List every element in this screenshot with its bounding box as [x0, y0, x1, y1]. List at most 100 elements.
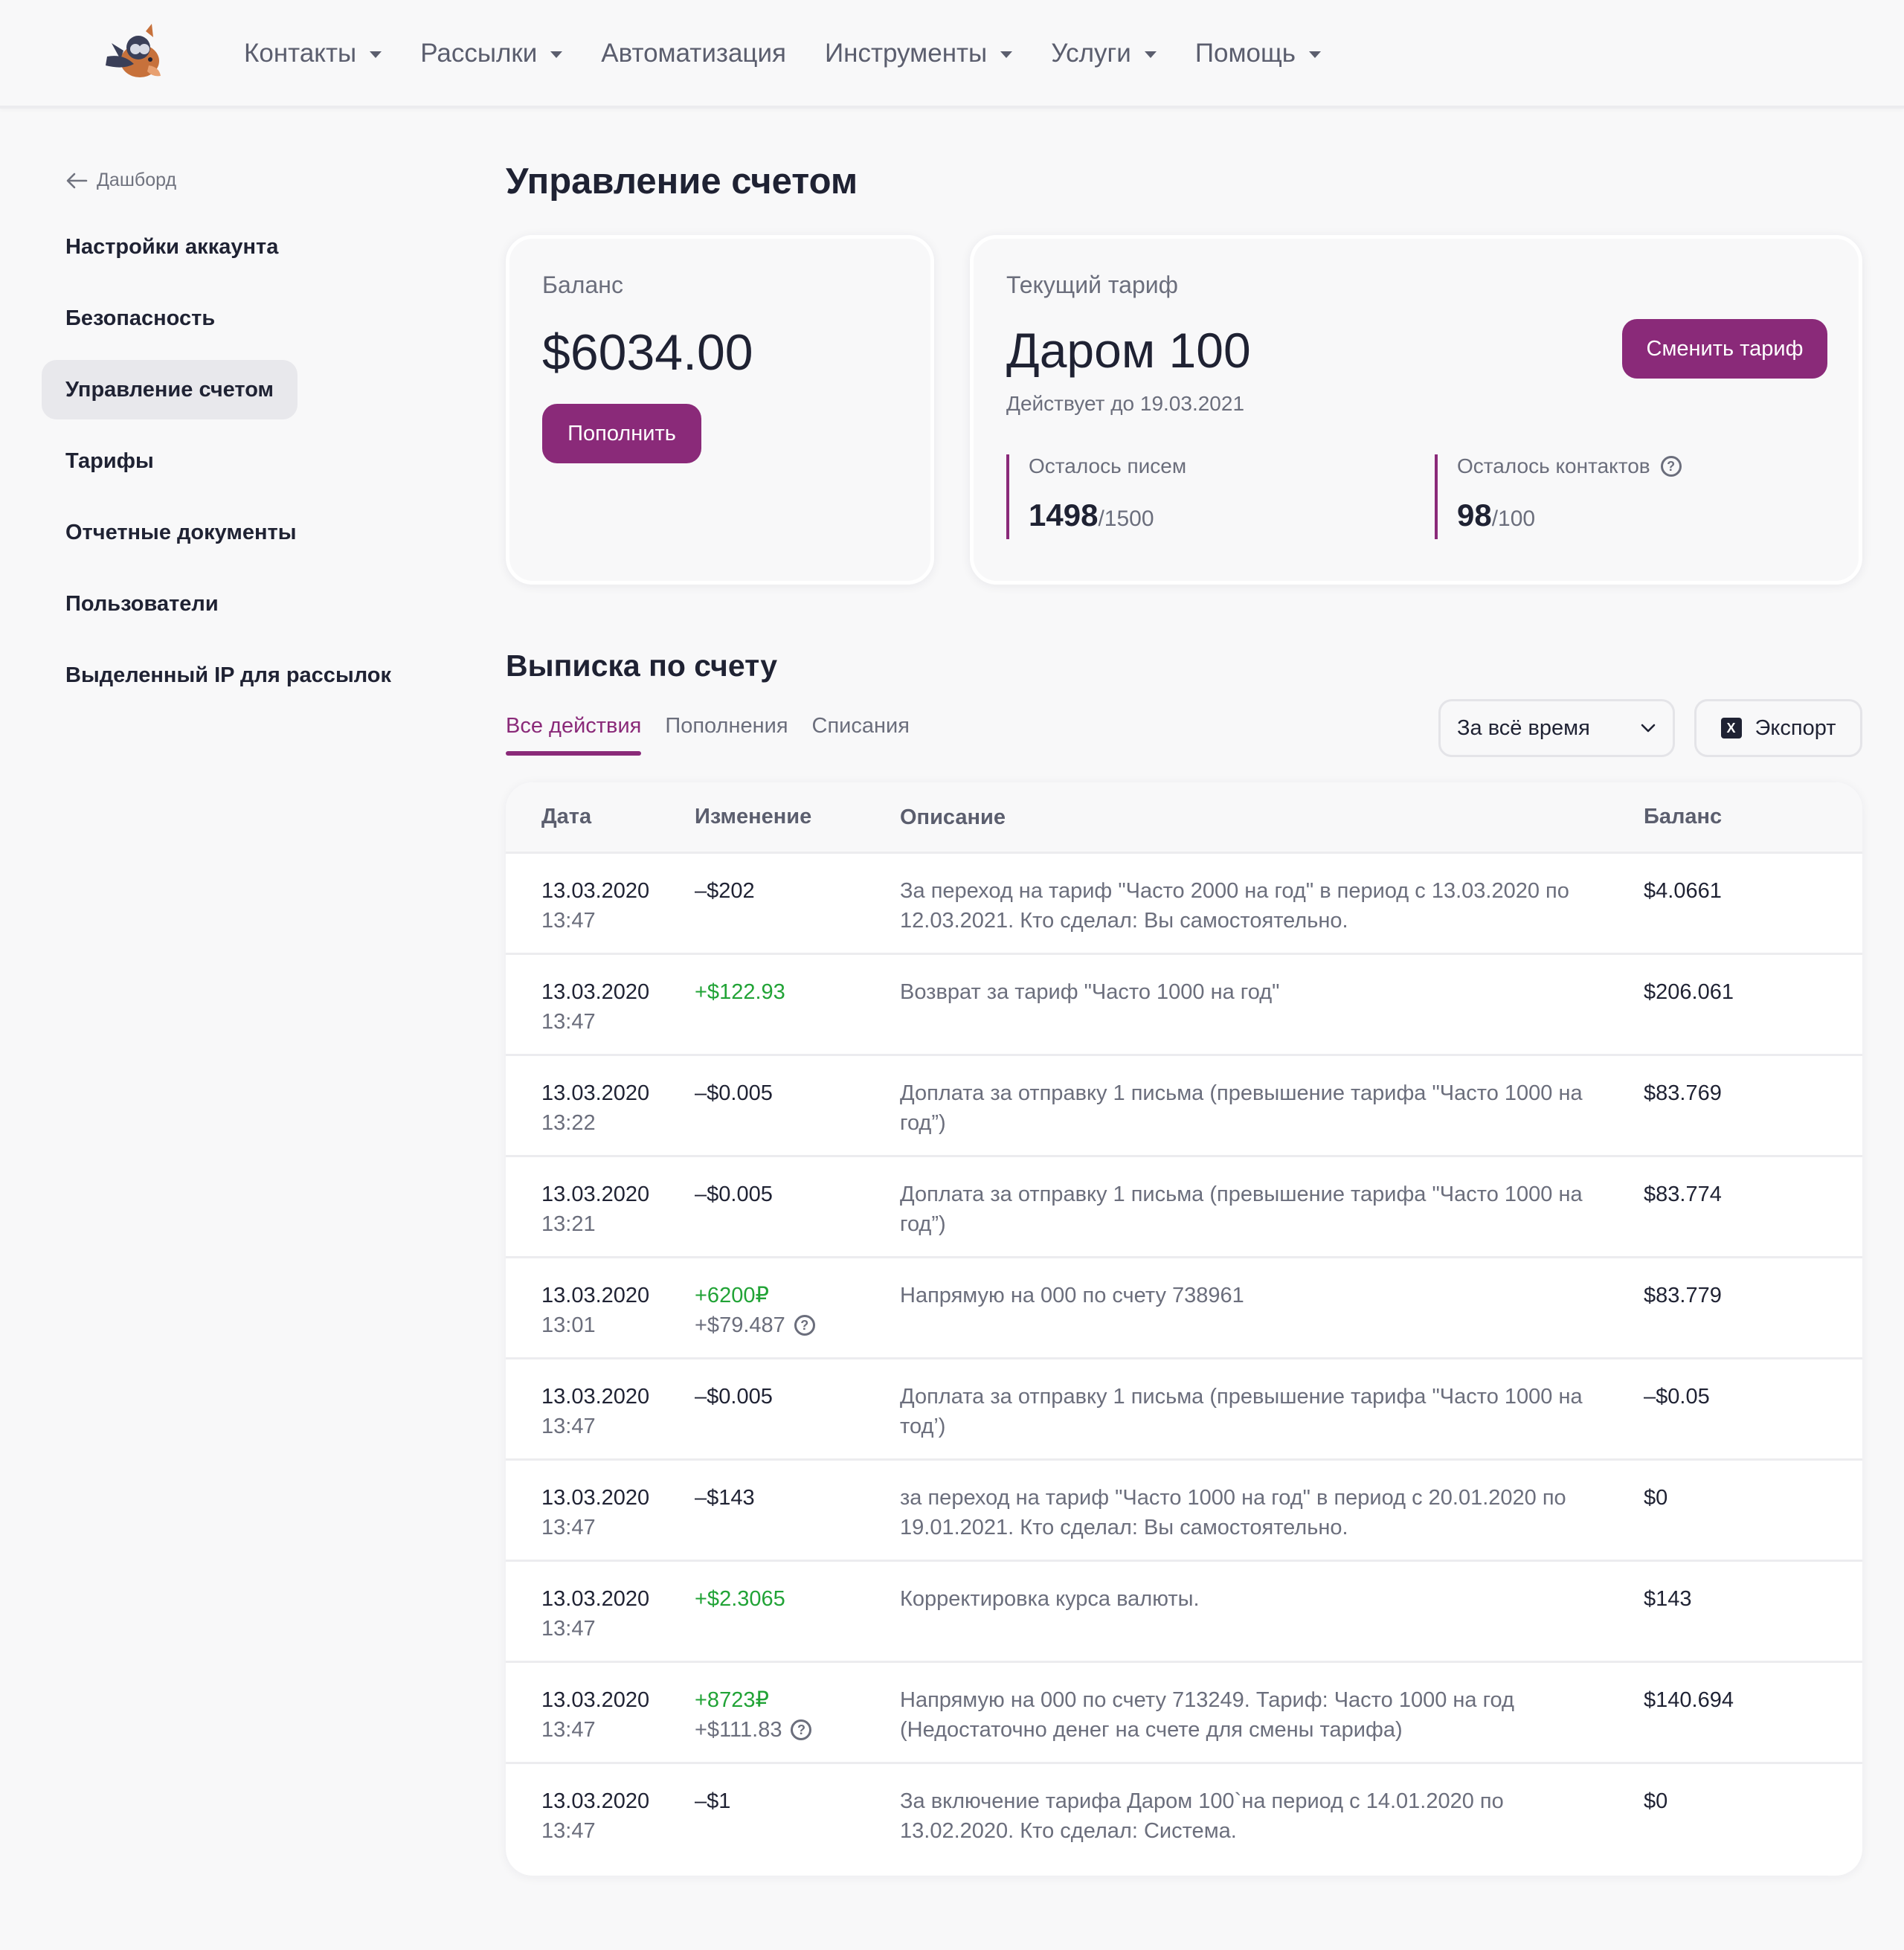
- export-button[interactable]: X Экспорт: [1694, 699, 1862, 757]
- row-description: за переход на тариф "Часто 1000 на год" …: [900, 1486, 1566, 1539]
- tab[interactable]: Списания: [812, 714, 910, 756]
- row-change: +8723₽: [695, 1688, 769, 1712]
- nav-item-label: Рассылки: [420, 39, 538, 68]
- row-description: Напрямую на 000 по счету 713249. Тариф: …: [900, 1688, 1514, 1742]
- contacts-left-value: 98: [1457, 498, 1492, 532]
- tab[interactable]: Все действия: [506, 714, 642, 756]
- cell-date: 13.03.2020 13:47: [506, 1461, 695, 1560]
- row-description: Корректировка курса валюты.: [900, 1587, 1200, 1611]
- column-header-balance: Баланс: [1644, 805, 1723, 828]
- tariff-card: Текущий тариф Даром 100 Сменить тариф Де…: [970, 235, 1862, 585]
- row-date: 13.03.2020: [541, 1688, 650, 1712]
- row-description: Доплата за отправку 1 письма (превышение…: [900, 1182, 1583, 1236]
- table-row: 13.03.2020 13:22 –$0.005 Доплата за отправк…: [506, 1056, 1862, 1157]
- nav-item-label: Услуги: [1051, 39, 1131, 68]
- row-description: Доплата за отправку 1 письма (превышение…: [900, 1081, 1583, 1135]
- contacts-left-label: Осталось контактов: [1457, 454, 1650, 477]
- help-icon[interactable]: ?: [1660, 456, 1682, 477]
- nav-item[interactable]: Услуги: [1051, 34, 1157, 73]
- topup-button[interactable]: Пополнить: [542, 404, 701, 463]
- row-time: 13:47: [541, 909, 596, 933]
- row-date: 13.03.2020: [541, 1789, 650, 1813]
- balance-card: Баланс $6034.00 Пополнить: [506, 235, 934, 585]
- logo-icon[interactable]: [101, 21, 173, 86]
- row-time: 13:47: [541, 1516, 596, 1539]
- statement-tabs: Все действия Пополнения Списания: [506, 714, 933, 756]
- table-header: Дата Изменение Описание Баланс: [506, 782, 1862, 854]
- main-nav: Контакты Рассылки Автоматизация Инструменты…: [244, 34, 1360, 73]
- sidebar-item[interactable]: Настройки аккаунта: [42, 217, 302, 277]
- statement-title: Выписка по счету: [506, 649, 778, 683]
- cell-change: –$202: [695, 854, 900, 953]
- tab[interactable]: Пополнения: [665, 714, 788, 756]
- nav-item-label: Контакты: [244, 39, 357, 68]
- tariff-name: Даром 100: [1006, 323, 1251, 378]
- cell-change: –$0.005: [695, 1359, 900, 1458]
- change-tariff-button[interactable]: Сменить тариф: [1622, 319, 1827, 379]
- row-date: 13.03.2020: [541, 1587, 650, 1611]
- contacts-total: /100: [1491, 506, 1536, 531]
- row-change-converted-value: +$79.487: [695, 1313, 785, 1337]
- letters-total: /1500: [1098, 506, 1154, 531]
- sidebar-item[interactable]: Безопасность: [42, 289, 239, 348]
- row-change: +$122.93: [695, 980, 785, 1004]
- back-to-dashboard-link[interactable]: Дашборд: [65, 170, 176, 191]
- row-balance: $143: [1644, 1587, 1692, 1611]
- nav-item-label: Автоматизация: [601, 39, 786, 68]
- row-time: 13:47: [541, 1010, 596, 1034]
- export-label: Экспорт: [1755, 715, 1836, 740]
- row-description: За переход на тариф "Часто 2000 на год" …: [900, 879, 1569, 933]
- row-description: Напрямую на 000 по счету 738961: [900, 1284, 1244, 1307]
- cell-date: 13.03.2020 13:47: [506, 854, 695, 953]
- table-row: 13.03.2020 13:47 +$2.3065 Корректировка кур…: [506, 1562, 1862, 1663]
- cell-date: 13.03.2020 13:21: [506, 1157, 695, 1256]
- statement-table: Дата Изменение Описание Баланс 13.03.202…: [506, 782, 1862, 1876]
- row-change: –$0.005: [695, 1385, 773, 1409]
- cell-date: 13.03.2020 13:01: [506, 1258, 695, 1357]
- cell-change: +6200₽ +$79.487?: [695, 1258, 900, 1357]
- help-icon[interactable]: ?: [794, 1315, 815, 1336]
- row-description: За включение тарифа Даром 100`на период …: [900, 1789, 1504, 1843]
- row-time: 13:47: [541, 1617, 596, 1641]
- sidebar-item[interactable]: Отчетные документы: [42, 503, 320, 562]
- row-time: 13:22: [541, 1111, 596, 1135]
- nav-item[interactable]: Инструменты: [824, 34, 1013, 73]
- caret-down-icon: [1000, 51, 1013, 58]
- balance-value: $6034.00: [542, 324, 753, 381]
- cell-change: –$0.005: [695, 1157, 900, 1256]
- row-date: 13.03.2020: [541, 980, 650, 1004]
- nav-item[interactable]: Рассылки: [420, 34, 563, 73]
- cell-date: 13.03.2020 13:47: [506, 1359, 695, 1458]
- cell-date: 13.03.2020 13:47: [506, 1764, 695, 1865]
- nav-item[interactable]: Контакты: [244, 34, 382, 73]
- help-icon[interactable]: ?: [791, 1719, 812, 1740]
- table-row: 13.03.2020 13:47 –$202 За переход на тариф …: [506, 854, 1862, 955]
- column-header-date: Дата: [541, 805, 592, 828]
- cell-date: 13.03.2020 13:22: [506, 1056, 695, 1155]
- table-row: 13.03.2020 13:47 +8723₽ +$111.83? Напрямую н…: [506, 1663, 1862, 1764]
- sidebar-item[interactable]: Выделенный IP для рассылок: [42, 646, 415, 705]
- period-select-value: За всё время: [1457, 715, 1590, 740]
- caret-down-icon: [1144, 51, 1157, 58]
- row-description: Доплата за отправку 1 письма (превышение…: [900, 1385, 1583, 1438]
- letters-left-value: 1498: [1029, 498, 1099, 532]
- back-label: Дашборд: [97, 170, 177, 190]
- nav-item-label: Инструменты: [824, 39, 988, 68]
- row-balance: $0: [1644, 1789, 1668, 1813]
- caret-down-icon: [550, 51, 563, 58]
- table-row: 13.03.2020 13:47 +$122.93 Возврат за тариф …: [506, 955, 1862, 1056]
- sidebar-item[interactable]: Пользователи: [42, 574, 242, 634]
- letters-left-label: Осталось писем: [1029, 454, 1187, 477]
- row-balance: $206.061: [1644, 980, 1734, 1004]
- row-time: 13:47: [541, 1718, 596, 1742]
- caret-down-icon: [1309, 51, 1322, 58]
- nav-item[interactable]: Помощь: [1195, 34, 1322, 73]
- cell-change: +$2.3065: [695, 1562, 900, 1661]
- row-change: –$1: [695, 1789, 731, 1813]
- period-select[interactable]: За всё время: [1438, 699, 1675, 757]
- nav-item[interactable]: Автоматизация: [601, 34, 786, 73]
- row-date: 13.03.2020: [541, 1182, 650, 1206]
- sidebar-item[interactable]: Управление счетом: [42, 360, 298, 419]
- sidebar-item[interactable]: Тарифы: [42, 431, 178, 491]
- table-row: 13.03.2020 13:47 –$0.005 Доплата за отправк…: [506, 1359, 1862, 1461]
